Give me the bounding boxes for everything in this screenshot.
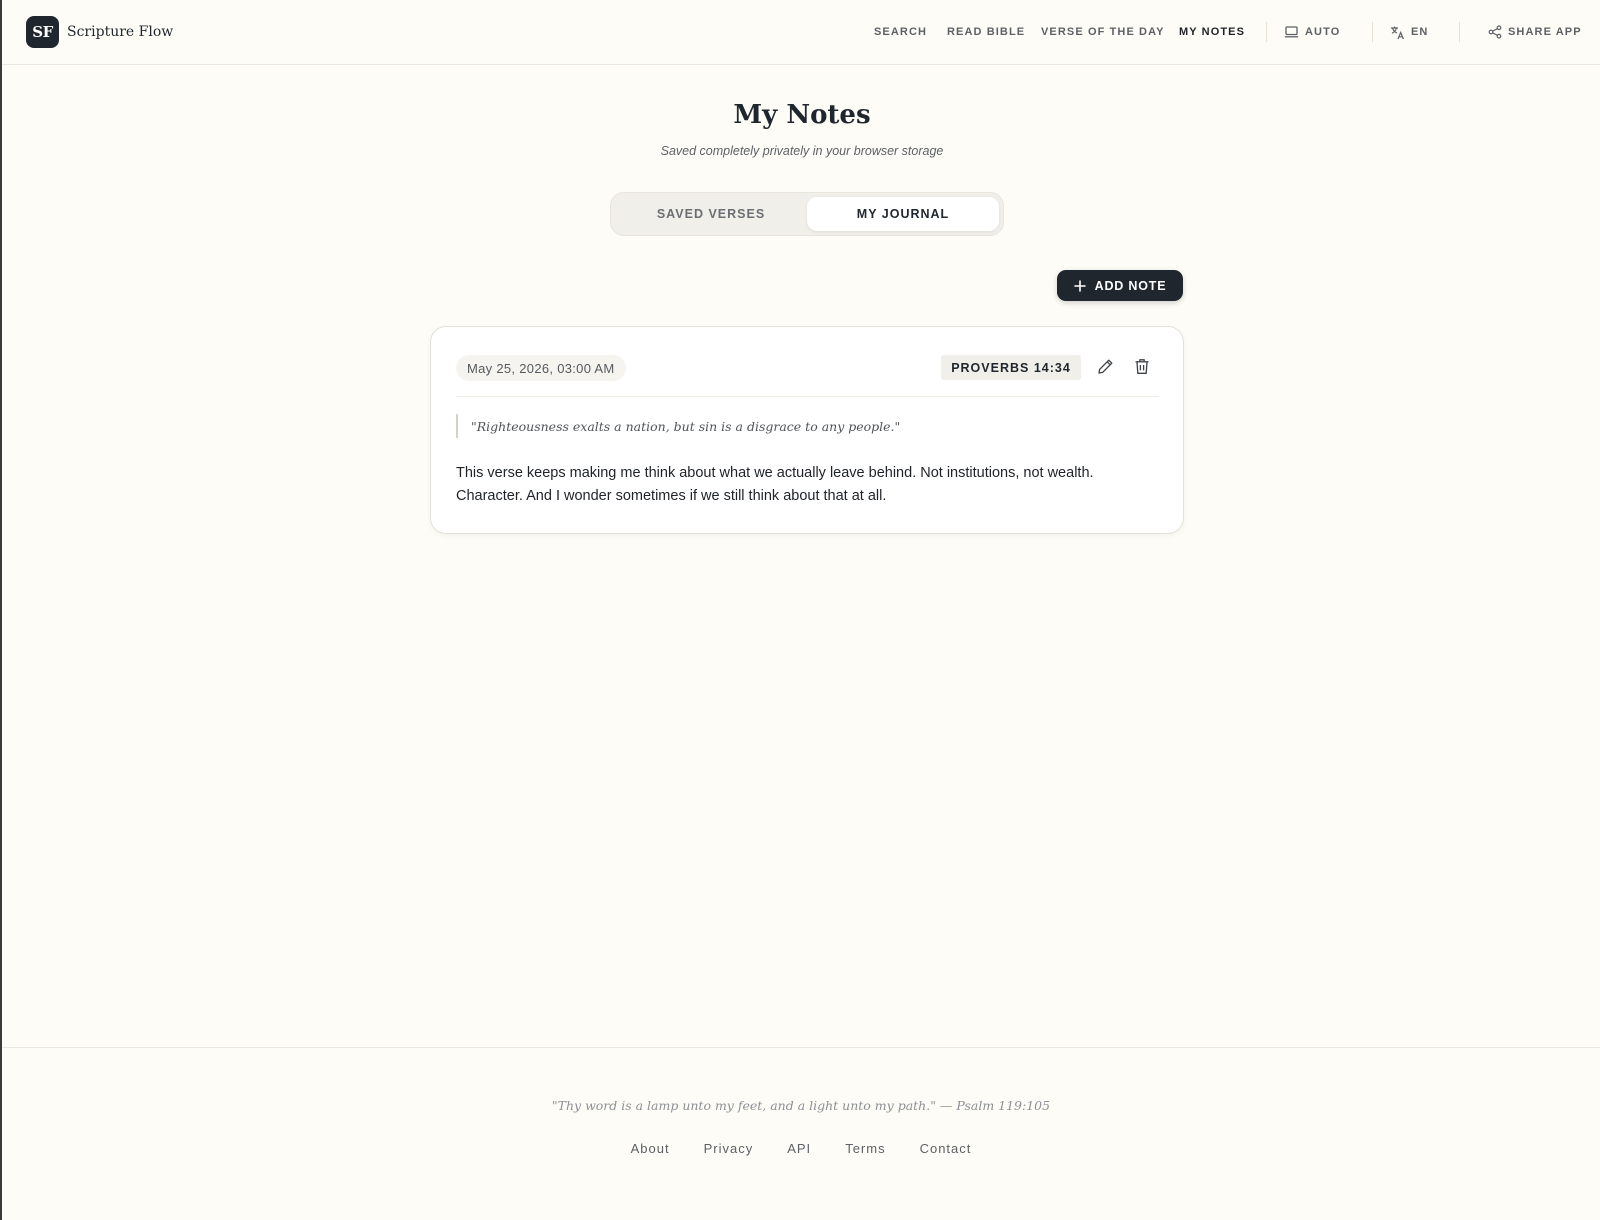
- nav-search-label: SEARCH: [874, 26, 928, 38]
- footer-link-contact[interactable]: Contact: [920, 1141, 972, 1156]
- nav-verse-of-the-day-label: VERSE OF THE DAY: [1041, 26, 1165, 38]
- language-label: EN: [1411, 26, 1429, 38]
- add-note-label: ADD NOTE: [1094, 278, 1167, 293]
- nav-divider: [1266, 22, 1267, 42]
- trash-icon: [1135, 359, 1149, 374]
- edit-note-button[interactable]: [1097, 358, 1114, 380]
- footer: "Thy word is a lamp unto my feet, and a …: [2, 1047, 1600, 1220]
- nav-search[interactable]: SEARCH: [874, 0, 927, 64]
- theme-label: AUTO: [1305, 26, 1341, 38]
- plus-icon: [1073, 279, 1086, 292]
- nav-read-bible[interactable]: READ BIBLE: [947, 0, 1025, 64]
- tab-saved-verses[interactable]: SAVED VERSES: [615, 197, 807, 231]
- nav-my-notes[interactable]: MY NOTES: [1179, 0, 1245, 64]
- brand[interactable]: SF Scripture Flow: [26, 16, 173, 48]
- footer-link-api[interactable]: API: [787, 1141, 811, 1156]
- share-icon: [1488, 25, 1502, 39]
- footer-link-terms[interactable]: Terms: [845, 1141, 885, 1156]
- footer-link-privacy[interactable]: Privacy: [704, 1141, 754, 1156]
- share-app-label: SHARE APP: [1508, 26, 1582, 38]
- page-subtitle: Saved completely privately in your brows…: [660, 144, 944, 158]
- note-body: This verse keeps making me think about w…: [456, 465, 1094, 504]
- nav-my-notes-label: MY NOTES: [1179, 26, 1246, 38]
- note-date: May 25, 2026, 03:00 AM: [456, 355, 626, 381]
- tab-my-journal[interactable]: MY JOURNAL: [807, 197, 999, 231]
- pencil-icon: [1098, 359, 1113, 374]
- nav-divider: [1372, 22, 1373, 42]
- laptop-icon: [1284, 26, 1299, 38]
- page-title: My Notes: [733, 100, 871, 130]
- note-verse-reference[interactable]: PROVERBS 14:34: [941, 355, 1081, 380]
- nav-verse-of-the-day[interactable]: VERSE OF THE DAY: [1041, 0, 1165, 64]
- brand-name: Scripture Flow: [67, 24, 174, 40]
- footer-quote: "Thy word is a lamp unto my feet, and a …: [551, 1098, 1051, 1113]
- translate-icon: [1391, 26, 1404, 39]
- share-app-button[interactable]: SHARE APP: [1488, 0, 1582, 64]
- top-header: SF Scripture Flow SEARCH READ BIBLE VERS…: [2, 0, 1600, 65]
- brand-logo: SF: [26, 16, 59, 48]
- delete-note-button[interactable]: [1134, 358, 1150, 380]
- note-verse-quote: "Righteousness exalts a nation, but sin …: [456, 414, 900, 438]
- language-button[interactable]: EN: [1390, 0, 1428, 64]
- footer-link-about[interactable]: About: [631, 1141, 670, 1156]
- footer-links: About Privacy API Terms Contact: [2, 1141, 1600, 1156]
- theme-toggle-button[interactable]: AUTO: [1284, 0, 1340, 64]
- nav-read-bible-label: READ BIBLE: [947, 26, 1026, 38]
- card-divider: [456, 396, 1159, 397]
- nav-divider: [1459, 22, 1460, 42]
- note-card: May 25, 2026, 03:00 AM PROVERBS 14:34 "R…: [430, 326, 1184, 534]
- add-note-button[interactable]: ADD NOTE: [1057, 270, 1183, 301]
- notes-tabs: SAVED VERSES MY JOURNAL: [610, 192, 1004, 236]
